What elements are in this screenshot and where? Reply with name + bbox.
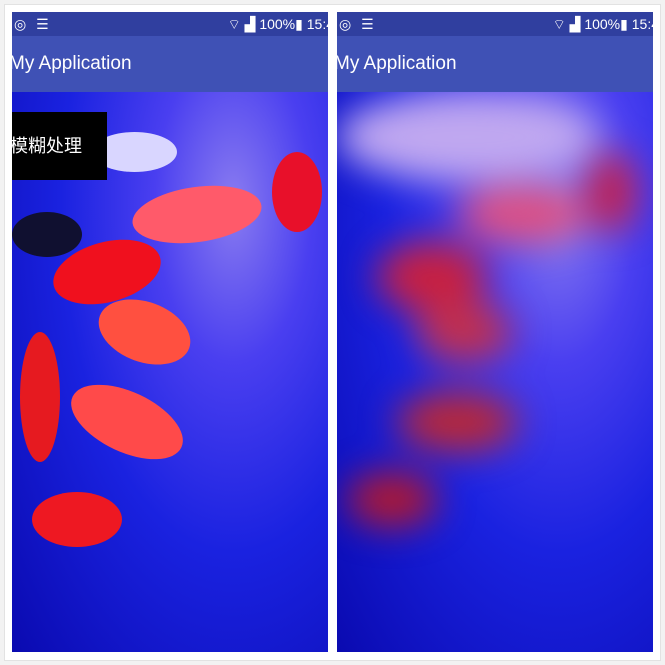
goldfish-shape (337, 92, 597, 182)
toolbar: My Application (12, 36, 328, 92)
phone-blurred: ◎ ☰ ⌔ ▟ 100%▮ 15:4 My Application (337, 12, 653, 652)
phone-original: ◎ ☰ ⌔ ▟ 100%▮ 15:4 My Application 模糊处理 (12, 12, 328, 652)
clock: 15:4 (306, 16, 328, 32)
goldfish-shape (20, 332, 60, 462)
blurred-fish-image (337, 92, 653, 652)
notification-icons: ◎ ☰ (339, 16, 377, 32)
goldfish-shape (59, 369, 195, 475)
goldfish-shape (12, 212, 82, 257)
battery-level: 100% (584, 16, 621, 32)
goldfish-shape (397, 392, 517, 452)
clock: 15:4 (631, 16, 653, 32)
goldfish-shape (587, 152, 637, 232)
app-title: My Application (337, 53, 457, 74)
signal-icon: ▟ (569, 16, 581, 32)
goldfish-shape (347, 472, 437, 527)
goldfish-shape (272, 152, 322, 232)
goldfish-shape (417, 302, 512, 362)
wifi-icon: ⌔ (227, 16, 241, 32)
battery-icon: ▮ (295, 16, 303, 32)
goldfish-shape (128, 178, 266, 251)
status-right: ⌔ ▟ 100%▮ 15:4 (553, 16, 653, 34)
status-bar: ◎ ☰ ⌔ ▟ 100%▮ 15:4 (12, 12, 328, 36)
status-bar: ◎ ☰ ⌔ ▟ 100%▮ 15:4 (337, 12, 653, 36)
blur-button[interactable]: 模糊处理 (12, 112, 107, 180)
signal-icon: ▟ (244, 16, 256, 32)
app-title: My Application (12, 53, 132, 74)
notification-icons: ◎ ☰ (14, 16, 52, 32)
battery-icon: ▮ (620, 16, 628, 32)
status-right: ⌔ ▟ 100%▮ 15:4 (228, 16, 328, 34)
battery-level: 100% (259, 16, 296, 32)
wifi-icon: ⌔ (552, 16, 566, 32)
toolbar: My Application (337, 36, 653, 92)
goldfish-shape (32, 492, 122, 547)
goldfish-shape (457, 187, 587, 242)
